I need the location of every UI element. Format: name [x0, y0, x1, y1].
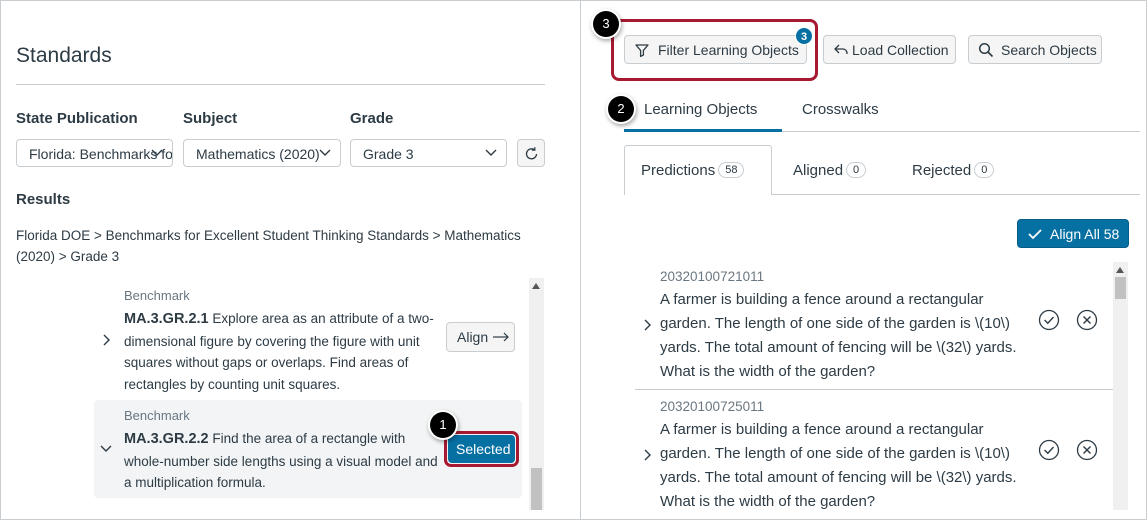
subtab-rejected[interactable]: Rejected 0	[912, 162, 995, 179]
item-id: 20320100721011	[660, 269, 765, 284]
load-collection-label: Load Collection	[852, 42, 949, 58]
active-tab-indicator	[624, 129, 782, 132]
scroll-up-arrow-icon[interactable]	[1116, 267, 1124, 273]
check-circle-icon[interactable]	[1038, 309, 1060, 331]
search-icon	[978, 42, 994, 58]
divider	[635, 389, 1113, 390]
scrollbar[interactable]	[529, 278, 544, 510]
benchmark-type: Benchmark	[124, 288, 190, 303]
subtab-label: Rejected	[912, 162, 972, 179]
chevron-down-icon	[485, 149, 497, 156]
app-frame: Standards State Publication Subject Grad…	[0, 0, 1147, 520]
item-question: A farmer is building a fence around a re…	[660, 291, 1017, 380]
count-badge: 0	[974, 162, 995, 178]
chevron-down-icon	[151, 149, 163, 156]
subtab-label: Aligned	[793, 162, 844, 179]
standards-panel: Standards State Publication Subject Grad…	[1, 1, 581, 519]
scroll-up-arrow-icon[interactable]	[532, 283, 540, 289]
align-label: Align	[457, 329, 489, 345]
load-collection-button[interactable]: Load Collection	[823, 35, 956, 64]
divider	[16, 84, 545, 85]
learning-object-item[interactable]: 20320100725011 A farmer is building a fe…	[635, 392, 1113, 510]
checkmark-icon	[1028, 229, 1042, 240]
reset-filters-button[interactable]	[517, 139, 545, 167]
subject-value: Mathematics (2020)	[196, 146, 320, 162]
count-badge: 0	[846, 162, 867, 178]
grade-select[interactable]: Grade 3	[350, 139, 507, 167]
learning-object-item[interactable]: 20320100721011 A farmer is building a fe…	[635, 262, 1113, 390]
subtab-predictions[interactable]: Predictions 58	[641, 162, 745, 179]
align-all-button[interactable]: Align All 58	[1017, 219, 1129, 248]
scrollbar[interactable]	[1113, 262, 1128, 510]
align-button[interactable]: Align	[446, 322, 515, 352]
scrollbar-thumb[interactable]	[1115, 277, 1126, 299]
benchmark-code: MA.3.GR.2.2	[124, 431, 209, 447]
callout-2: 2	[608, 96, 634, 122]
callout-1: 1	[430, 412, 456, 438]
tab-learning-objects[interactable]: Learning Objects	[644, 101, 757, 118]
chevron-down-icon[interactable]	[100, 442, 112, 454]
benchmark-list: Benchmark MA.3.GR.2.1 Explore area as an…	[94, 278, 546, 510]
search-objects-label: Search Objects	[1001, 42, 1097, 58]
count-badge: 58	[718, 162, 745, 178]
callout-3: 3	[593, 11, 619, 37]
breadcrumb: Florida DOE > Benchmarks for Excellent S…	[16, 228, 521, 264]
subtab-label: Predictions	[641, 162, 716, 179]
benchmark-item[interactable]: Benchmark MA.3.GR.2.1 Explore area as an…	[94, 278, 522, 396]
subject-label: Subject	[183, 110, 238, 127]
state-publication-select[interactable]: Florida: Benchmarks for Excellent Studen…	[16, 139, 173, 167]
benchmark-code: MA.3.GR.2.1	[124, 311, 209, 327]
chevron-right-icon[interactable]	[641, 319, 653, 331]
state-publication-label: State Publication	[16, 110, 138, 127]
subtab-aligned[interactable]: Aligned 0	[793, 162, 867, 179]
scrollbar-thumb[interactable]	[531, 468, 542, 510]
reject-circle-icon[interactable]	[1076, 439, 1098, 461]
benchmark-item-selected[interactable]: Benchmark MA.3.GR.2.2 Find the area of a…	[94, 400, 522, 498]
benchmark-description: MA.3.GR.2.1 Explore area as an attribute…	[124, 308, 444, 395]
chevron-right-icon[interactable]	[641, 449, 653, 461]
highlight-box	[611, 19, 818, 81]
item-question: A farmer is building a fence around a re…	[660, 421, 1017, 510]
item-id: 20320100725011	[660, 399, 765, 414]
page-title: Standards	[16, 44, 112, 67]
align-all-label: Align All 58	[1050, 226, 1120, 242]
arrow-right-icon	[493, 332, 509, 342]
chevron-right-icon[interactable]	[100, 334, 112, 346]
tab-crosswalks[interactable]: Crosswalks	[802, 101, 879, 118]
benchmark-description: MA.3.GR.2.2 Find the area of a rectangle…	[124, 428, 444, 494]
reject-circle-icon[interactable]	[1076, 309, 1098, 331]
undo-arrow-icon	[834, 44, 848, 54]
refresh-icon	[525, 147, 538, 160]
benchmark-type: Benchmark	[124, 408, 190, 423]
selected-button[interactable]: Selected	[448, 435, 515, 463]
search-objects-button[interactable]: Search Objects	[968, 35, 1102, 64]
grade-value: Grade 3	[363, 146, 414, 162]
chevron-down-icon	[319, 149, 331, 156]
check-circle-icon[interactable]	[1038, 439, 1060, 461]
subject-select[interactable]: Mathematics (2020)	[183, 139, 341, 167]
learning-object-list: 20320100721011 A farmer is building a fe…	[635, 262, 1113, 510]
results-heading: Results	[16, 191, 71, 208]
grade-label: Grade	[350, 110, 394, 127]
